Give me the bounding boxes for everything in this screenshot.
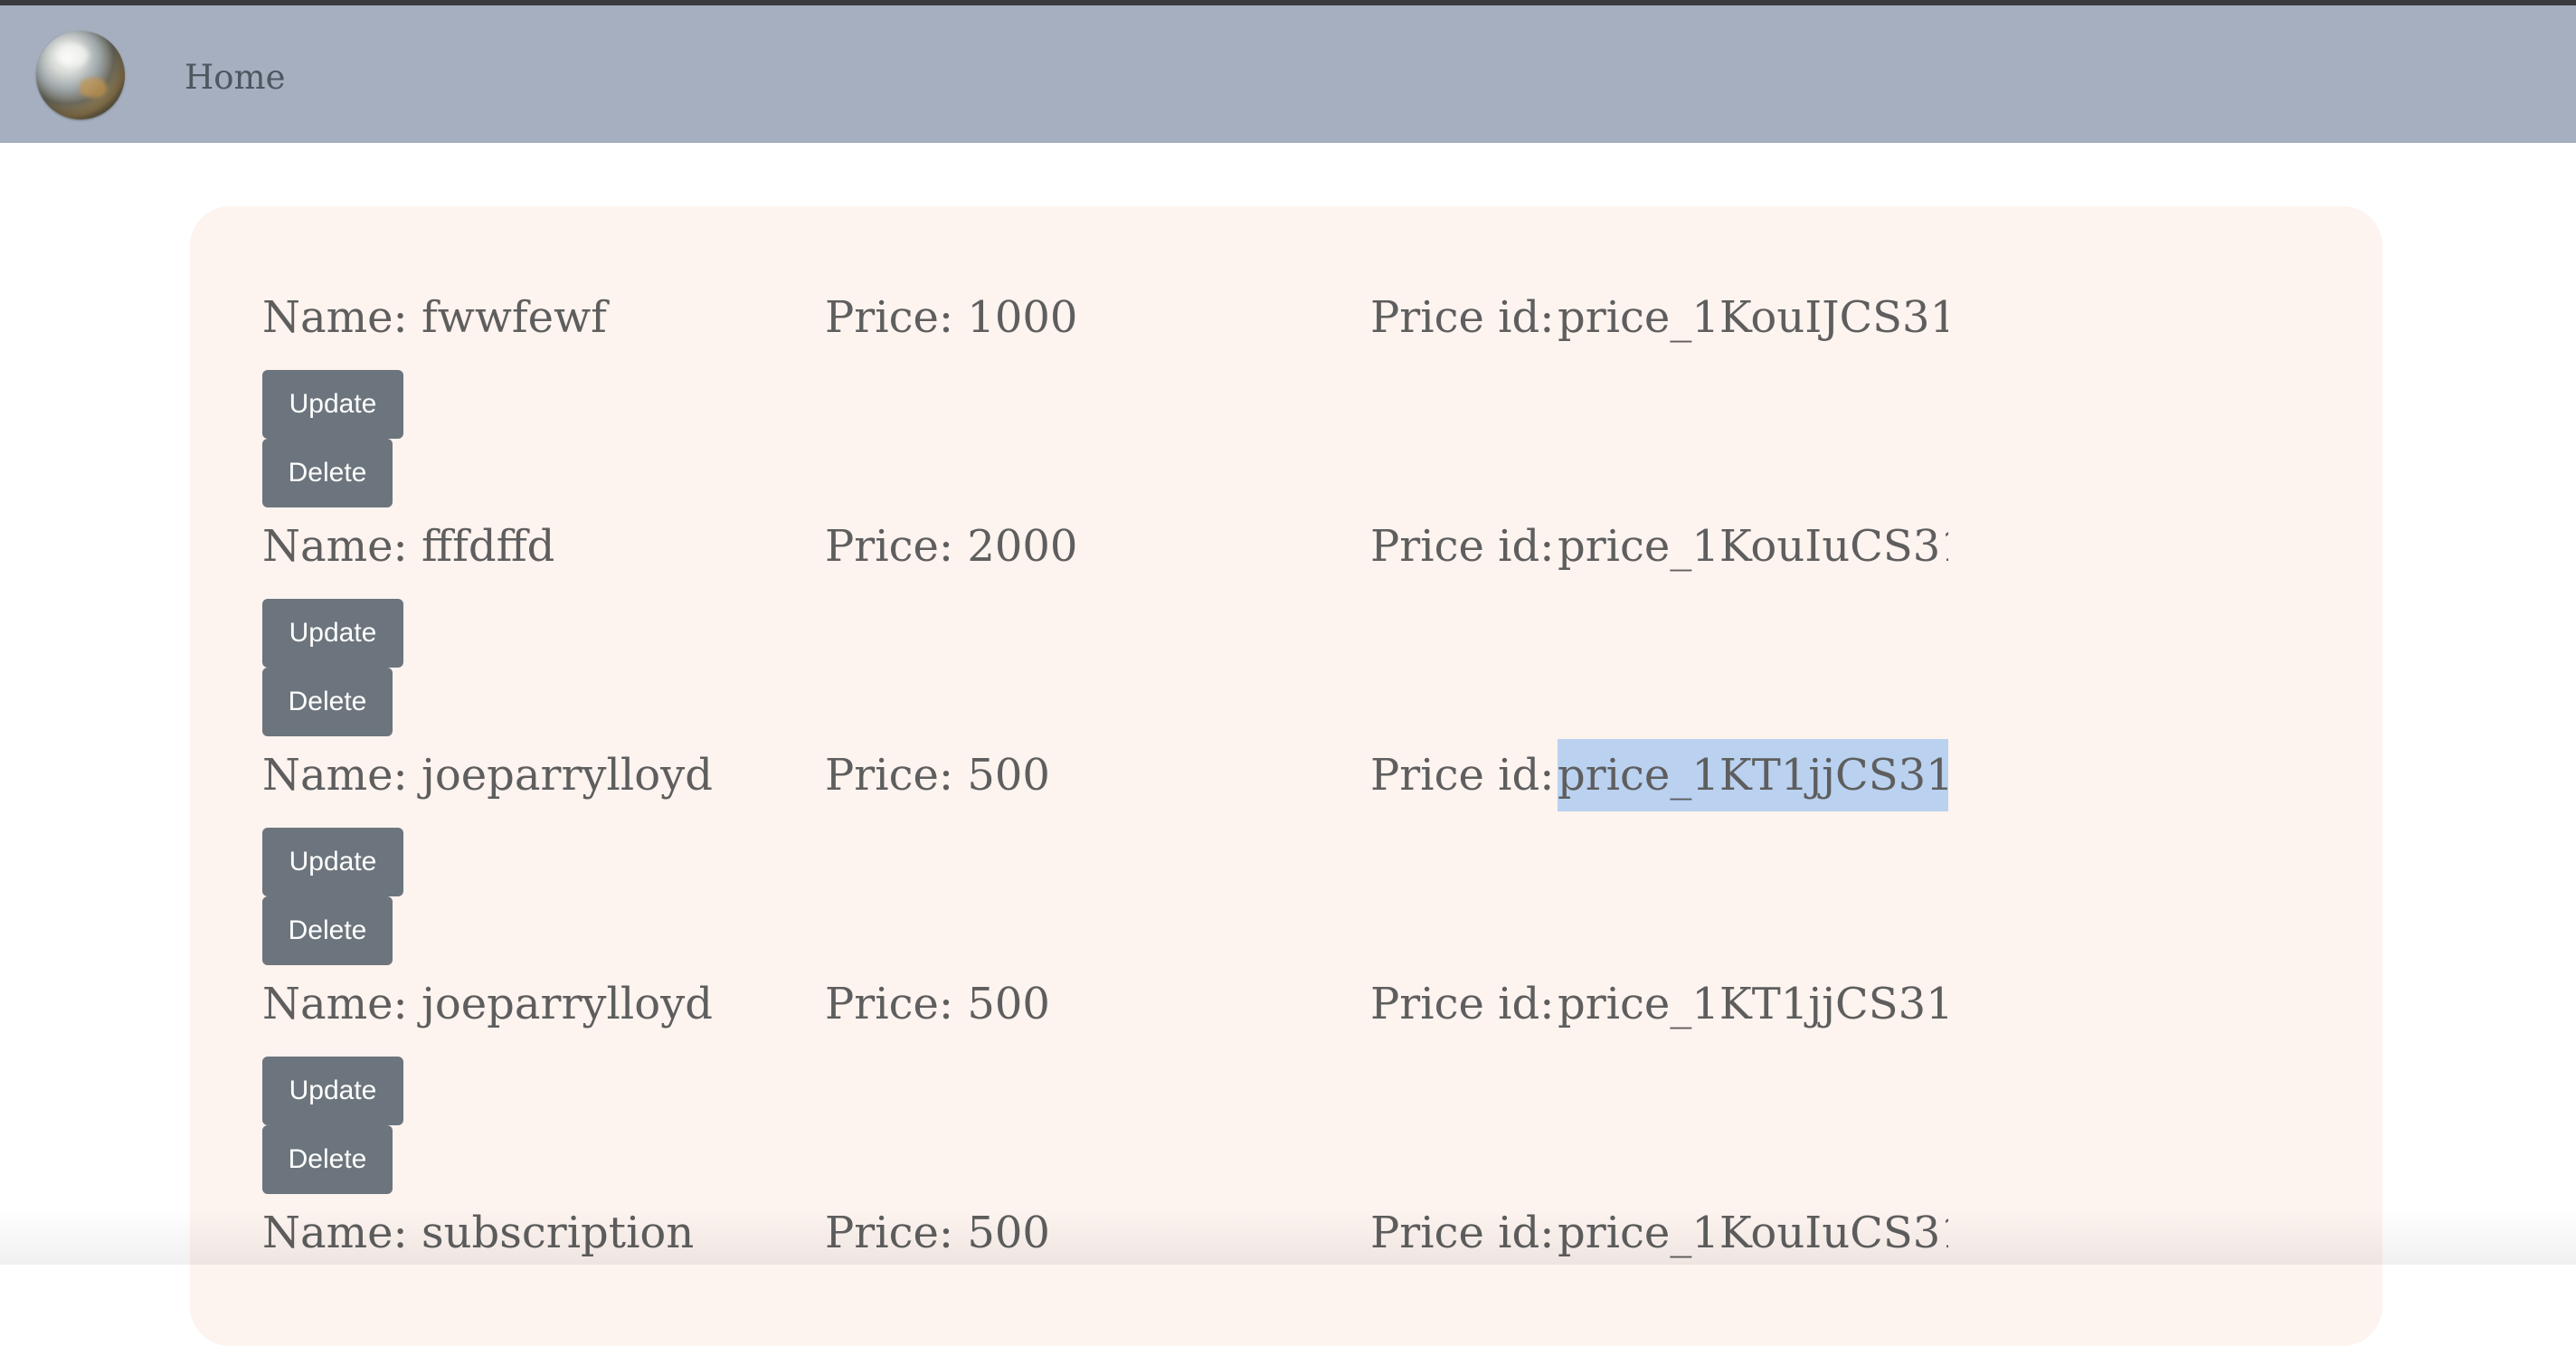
product-price-id: price_1KT1jjCS31G — [1558, 750, 1948, 801]
product-price: Price: 500 — [825, 979, 1050, 1029]
product-price-id-label: Price id: — [1370, 750, 1555, 801]
delete-button[interactable]: Delete — [262, 439, 393, 507]
navbar: Home — [0, 5, 2576, 143]
update-button[interactable]: Update — [262, 828, 403, 896]
delete-button[interactable]: Delete — [262, 1125, 393, 1194]
product-name: Name: joeparrylloyd — [262, 979, 713, 1029]
product-name: Name: fwwfewf — [262, 292, 607, 343]
product-price-id-box: price_1KT1jjCS31G — [1558, 968, 1948, 1040]
globe-logo-icon[interactable] — [36, 31, 125, 119]
product-name: Name: fffdffd — [262, 521, 555, 572]
product-name: Name: subscription — [262, 1208, 695, 1258]
product-price-id-box: price_1KouIuCS31G — [1558, 1197, 1948, 1265]
product-price-id-label: Price id: — [1370, 521, 1555, 572]
product-price: Price: 1000 — [825, 292, 1078, 343]
delete-button[interactable]: Delete — [262, 668, 393, 736]
product-price: Price: 2000 — [825, 521, 1078, 572]
product-price: Price: 500 — [825, 750, 1050, 801]
product-price-id-box: price_1KouIuCS31G — [1558, 510, 1948, 583]
product-price-id: price_1KouIuCS31G — [1558, 1208, 1948, 1258]
product-price-id-box: price_1KouIJCS31G — [1558, 281, 1948, 354]
product-price-id: price_1KouIJCS31G — [1558, 292, 1948, 343]
product-price-id: price_1KT1jjCS31G — [1558, 979, 1948, 1029]
product-price-id: price_1KouIuCS31G — [1558, 521, 1948, 572]
product-price: Price: 500 — [825, 1208, 1050, 1258]
product-price-id-label: Price id: — [1370, 292, 1555, 343]
update-button[interactable]: Update — [262, 1057, 403, 1125]
nav-home-link[interactable]: Home — [185, 58, 286, 98]
product-price-id-label: Price id: — [1370, 979, 1555, 1029]
product-price-id-box-selected: price_1KT1jjCS31G — [1558, 739, 1948, 811]
update-button[interactable]: Update — [262, 599, 403, 668]
update-button[interactable]: Update — [262, 370, 403, 439]
product-name: Name: joeparrylloyd — [262, 750, 713, 801]
delete-button[interactable]: Delete — [262, 896, 393, 965]
product-price-id-label: Price id: — [1370, 1208, 1555, 1258]
